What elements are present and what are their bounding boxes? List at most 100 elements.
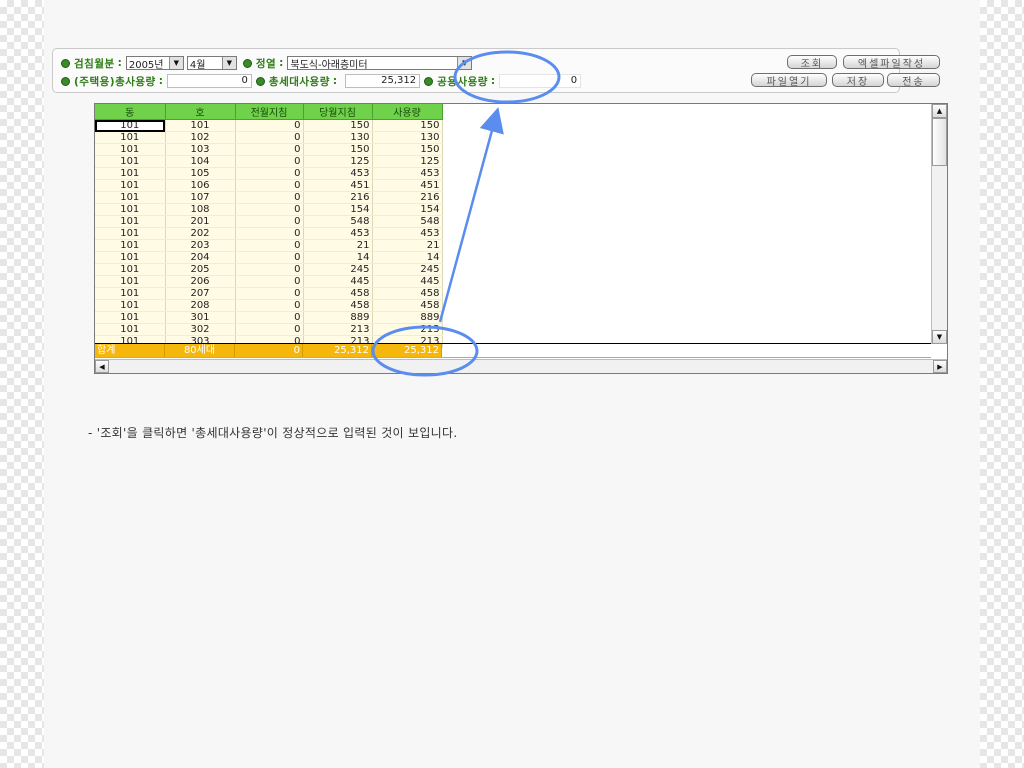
table-cell[interactable]: 0 <box>235 119 304 132</box>
table-cell[interactable]: 548 <box>303 215 373 228</box>
table-cell[interactable]: 453 <box>372 167 443 180</box>
table-cell[interactable]: 213 <box>372 323 443 336</box>
table-cell[interactable]: 125 <box>303 155 373 168</box>
meter-select[interactable]: 북도식-아래층미터 ▼ <box>287 56 473 71</box>
table-row[interactable]: 101 103 0 150 150 <box>95 143 443 156</box>
vertical-scrollbar[interactable]: ▲ ▼ <box>931 104 947 344</box>
table-cell[interactable]: 101 <box>95 251 166 264</box>
column-header[interactable]: 호 <box>165 104 236 120</box>
table-cell[interactable]: 213 <box>303 323 373 336</box>
table-cell[interactable]: 101 <box>95 191 166 204</box>
table-cell[interactable]: 101 <box>95 131 166 144</box>
table-cell[interactable]: 245 <box>303 263 373 276</box>
table-cell[interactable]: 101 <box>165 119 236 132</box>
table-cell[interactable]: 458 <box>372 299 443 312</box>
table-row[interactable]: 101 105 0 453 453 <box>95 167 443 180</box>
table-cell[interactable]: 301 <box>165 311 236 324</box>
usage-grid[interactable]: 동 호 전월지침 당월지침 사용량 101 101 0 150 150 101 102 0 13… <box>94 103 948 374</box>
table-cell[interactable]: 216 <box>372 191 443 204</box>
table-cell[interactable]: 0 <box>235 167 304 180</box>
excel-export-button[interactable]: 엑셀파일작성 <box>843 55 940 70</box>
table-cell[interactable]: 150 <box>303 143 373 156</box>
table-cell[interactable]: 453 <box>372 227 443 240</box>
table-cell[interactable]: 453 <box>303 227 373 240</box>
table-cell[interactable]: 458 <box>372 287 443 300</box>
table-cell[interactable]: 0 <box>235 179 304 192</box>
table-cell[interactable]: 0 <box>235 251 304 264</box>
table-cell[interactable]: 0 <box>235 227 304 240</box>
table-cell[interactable]: 445 <box>303 275 373 288</box>
table-cell[interactable]: 150 <box>372 119 443 132</box>
table-cell[interactable]: 889 <box>303 311 373 324</box>
table-cell[interactable]: 302 <box>165 323 236 336</box>
query-button[interactable]: 조회 <box>787 55 837 70</box>
table-row[interactable]: 101 301 0 889 889 <box>95 311 443 324</box>
table-cell[interactable]: 130 <box>372 131 443 144</box>
table-cell[interactable]: 0 <box>235 143 304 156</box>
table-cell[interactable]: 0 <box>235 311 304 324</box>
table-cell[interactable]: 130 <box>303 131 373 144</box>
table-cell[interactable]: 101 <box>95 215 166 228</box>
table-row[interactable]: 101 205 0 245 245 <box>95 263 443 276</box>
table-row[interactable]: 101 207 0 458 458 <box>95 287 443 300</box>
send-button[interactable]: 전송 <box>887 73 940 88</box>
table-cell[interactable]: 14 <box>303 251 373 264</box>
table-cell[interactable]: 101 <box>95 299 166 312</box>
table-row[interactable]: 101 206 0 445 445 <box>95 275 443 288</box>
table-row[interactable]: 101 201 0 548 548 <box>95 215 443 228</box>
table-cell[interactable]: 0 <box>235 215 304 228</box>
table-cell[interactable]: 451 <box>372 179 443 192</box>
table-cell[interactable]: 204 <box>165 251 236 264</box>
chevron-down-icon[interactable]: ▼ <box>221 57 236 69</box>
table-cell[interactable]: 101 <box>95 227 166 240</box>
table-cell[interactable]: 216 <box>303 191 373 204</box>
table-cell[interactable]: 207 <box>165 287 236 300</box>
table-cell[interactable]: 202 <box>165 227 236 240</box>
month-select[interactable]: 4월 ▼ <box>186 56 237 71</box>
table-cell[interactable]: 0 <box>235 263 304 276</box>
table-cell[interactable]: 205 <box>165 263 236 276</box>
table-cell[interactable]: 0 <box>235 323 304 336</box>
table-cell[interactable]: 103 <box>165 143 236 156</box>
table-cell[interactable]: 0 <box>235 275 304 288</box>
table-cell[interactable]: 107 <box>165 191 236 204</box>
table-cell[interactable]: 889 <box>372 311 443 324</box>
table-cell[interactable]: 101 <box>95 155 166 168</box>
table-row[interactable]: 101 203 0 21 21 <box>95 239 443 252</box>
household-total-field[interactable]: 25,312 <box>345 74 421 88</box>
table-cell[interactable]: 105 <box>165 167 236 180</box>
table-row[interactable]: 101 104 0 125 125 <box>95 155 443 168</box>
table-cell[interactable]: 101 <box>95 275 166 288</box>
column-header[interactable]: 전월지침 <box>235 104 304 120</box>
table-cell[interactable]: 101 <box>95 323 166 336</box>
table-cell[interactable]: 458 <box>303 299 373 312</box>
chevron-down-icon[interactable]: ▼ <box>168 57 183 69</box>
table-cell[interactable]: 101 <box>95 203 166 216</box>
column-header[interactable]: 당월지침 <box>303 104 373 120</box>
table-cell[interactable]: 104 <box>165 155 236 168</box>
table-cell[interactable]: 101 <box>95 263 166 276</box>
table-cell[interactable]: 458 <box>303 287 373 300</box>
table-cell[interactable]: 154 <box>372 203 443 216</box>
table-row[interactable]: 101 202 0 453 453 <box>95 227 443 240</box>
table-row[interactable]: 101 107 0 216 216 <box>95 191 443 204</box>
table-cell[interactable]: 208 <box>165 299 236 312</box>
table-row[interactable]: 101 101 0 150 150 <box>95 119 443 132</box>
table-cell[interactable]: 245 <box>372 263 443 276</box>
table-cell[interactable]: 0 <box>235 131 304 144</box>
table-cell[interactable]: 206 <box>165 275 236 288</box>
table-cell[interactable]: 21 <box>372 239 443 252</box>
table-cell[interactable]: 108 <box>165 203 236 216</box>
table-cell[interactable]: 101 <box>95 143 166 156</box>
scroll-right-icon[interactable]: ▶ <box>933 360 947 373</box>
table-cell[interactable]: 150 <box>303 119 373 132</box>
table-cell[interactable]: 548 <box>372 215 443 228</box>
residential-usage-field[interactable]: 0 <box>166 74 252 88</box>
year-select[interactable]: 2005년 ▼ <box>125 56 184 71</box>
table-row[interactable]: 101 208 0 458 458 <box>95 299 443 312</box>
table-cell[interactable]: 102 <box>165 131 236 144</box>
column-header[interactable]: 동 <box>95 104 166 120</box>
table-cell[interactable]: 101 <box>95 287 166 300</box>
table-row[interactable]: 101 102 0 130 130 <box>95 131 443 144</box>
chevron-down-icon[interactable]: ▼ <box>457 57 472 69</box>
